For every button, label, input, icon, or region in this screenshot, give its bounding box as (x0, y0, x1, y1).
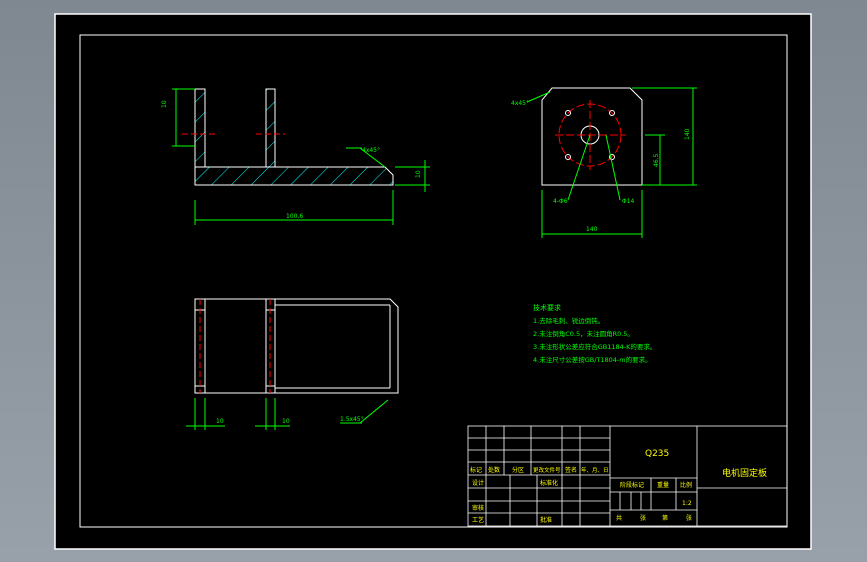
tb-gong: 共 (616, 514, 622, 522)
top-width-dim: 140 (586, 226, 598, 233)
tb-zhang1: 张 (640, 514, 646, 522)
tb-zhang2: 张 (686, 514, 692, 522)
tb-qianming: 签名 (565, 466, 577, 474)
top-hole-left-note: 4-Φ6 (553, 198, 568, 205)
front-chamfer-note: 4x45° (362, 147, 380, 154)
tb-chushu: 处数 (488, 466, 500, 474)
drawing-svg: 10 100.6 4x45° 10 4x45° 140 140 46.5 4-Φ… (54, 13, 812, 550)
tb-shenhe: 审核 (472, 504, 484, 512)
tech-item: 2.未注倒角C0.5，未注圆角R0.5。 (533, 329, 634, 338)
bottom-dim-mid: 10 (282, 418, 290, 425)
top-right-height-dim: 140 (684, 128, 691, 140)
bottom-chamfer-note: 1.5x45° (340, 416, 364, 423)
top-inner-height-dim: 46.5 (653, 153, 660, 167)
tech-item: 3.未注形状公差应符合GB1184-K的要求。 (533, 342, 656, 351)
cad-canvas: 10 100.6 4x45° 10 4x45° 140 140 46.5 4-Φ… (0, 0, 867, 562)
tech-item: 4.未注尺寸公差按GB/T1804-m的要求。 (533, 355, 652, 364)
material-label: Q235 (645, 449, 669, 459)
sheet-outer-border (54, 13, 812, 550)
top-hole-right-note: Φ14 (622, 198, 635, 205)
tb-zhongliang: 重量 (657, 481, 669, 489)
tb-nianyueri: 年、月、日 (581, 466, 609, 474)
front-bottom-length-dim: 100.6 (286, 213, 303, 220)
base-plate-section (194, 166, 394, 186)
tb-pizhun: 批准 (540, 516, 552, 524)
bottom-dim-left: 10 (216, 418, 224, 425)
tb-gongyi: 工艺 (472, 516, 484, 524)
tech-heading: 技术要求 (533, 303, 561, 312)
front-right-height-dim: 10 (415, 170, 422, 178)
tb-biaozhunhua: 标准化 (540, 479, 558, 487)
tb-jieduan: 阶段标记 (620, 481, 644, 489)
tb-di: 第 (662, 514, 668, 522)
tb-biaoji: 标记 (470, 466, 482, 474)
part-name-label: 电机固定板 (722, 467, 767, 479)
tb-scale-value: 1:2 (682, 500, 692, 507)
tb-bili: 比例 (680, 481, 692, 489)
tb-fenqu: 分区 (512, 466, 524, 474)
mid-leg (265, 88, 276, 168)
left-leg (194, 88, 206, 168)
front-left-height-dim: 10 (161, 100, 168, 108)
top-chamfer-note: 4x45° (511, 100, 529, 107)
tb-gengai: 更改文件号 (533, 466, 561, 474)
tech-item: 1.去除毛刺、锐边倒钝。 (533, 316, 604, 325)
tb-sheji: 设计 (472, 479, 484, 487)
